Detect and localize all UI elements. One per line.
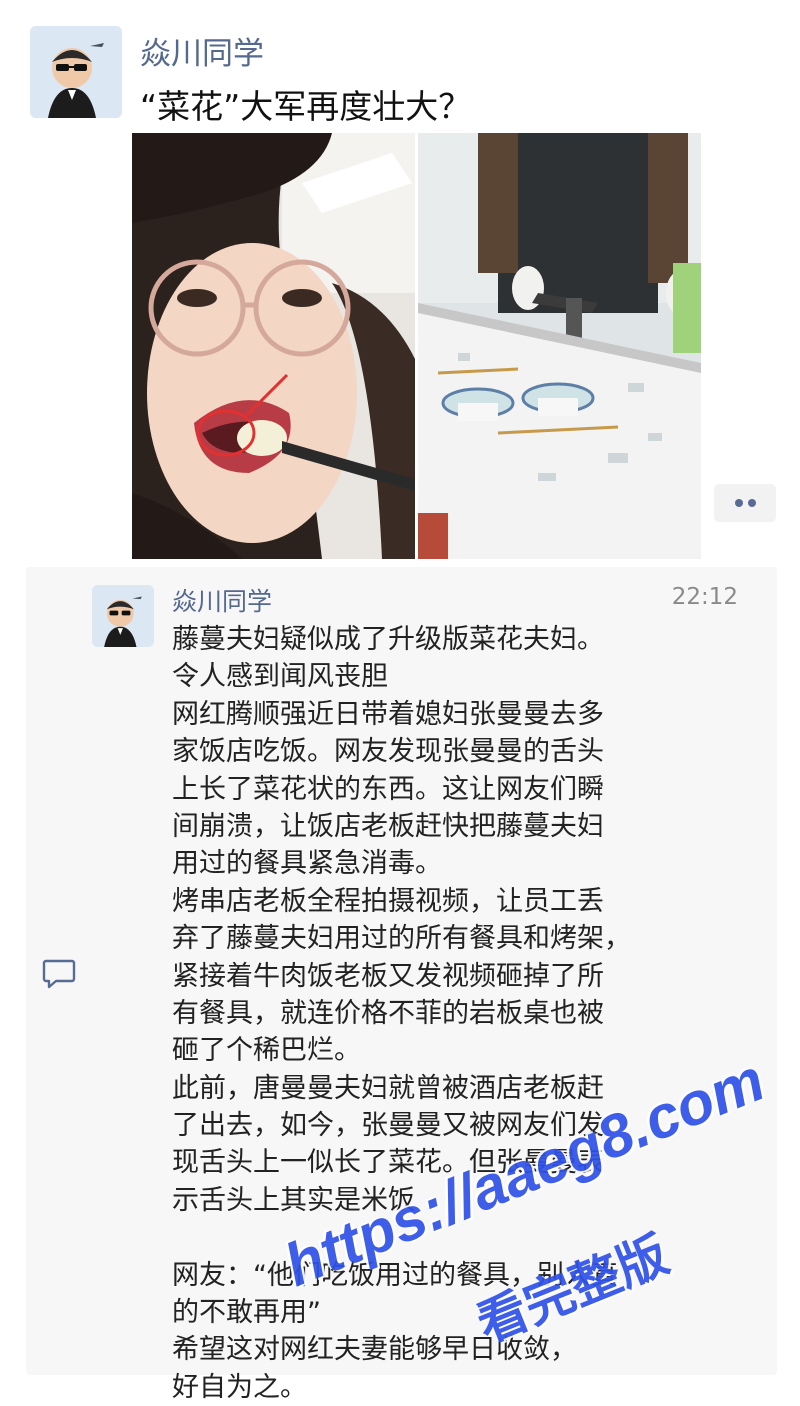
comment-line: 网友：“他们吃饭用过的餐具，别人真 <box>172 1259 618 1291</box>
comment-line: 此前，唐曼曼夫妇就曾被酒店老板赶 <box>172 1072 604 1104</box>
comment-line: 藤蔓夫妇疑似成了升级版菜花夫妇。 <box>172 624 604 655</box>
comment-line: 紧接着牛肉饭老板又发视频砸掉了所 <box>172 960 604 992</box>
post-author-name[interactable]: 焱川同学 <box>140 28 264 73</box>
comment-line: 间崩溃，让饭店老板赶快把藤蔓夫妇 <box>172 810 604 842</box>
comment-line: 用过的餐具紧急消毒。 <box>172 848 442 880</box>
comment-body: 藤蔓夫妇疑似成了升级版菜花夫妇。 令人感到闻风丧胆 网红腾顺强近日带着媳妇张曼曼… <box>172 621 692 1406</box>
comment-bubble-icon[interactable] <box>42 958 76 990</box>
comment-line: 烤串店老板全程拍摄视频，让员工丢 <box>172 885 604 917</box>
comment-line: 网红腾顺强近日带着媳妇张曼曼去多 <box>172 698 604 730</box>
more-dot-2 <box>748 499 756 507</box>
comment-line: 希望这对网红夫妻能够早日收敛， <box>172 1334 577 1366</box>
comment-line: 家饭店吃饭。网友发现张曼曼的舌头 <box>172 736 604 768</box>
comment-line <box>172 1219 692 1256</box>
smashed-table-photo[interactable] <box>418 133 701 559</box>
comment-line: 好自为之。 <box>172 1371 307 1403</box>
more-options-button[interactable] <box>714 484 776 522</box>
comment-line: 有餐具，就连价格不菲的岩板桌也被 <box>172 997 604 1029</box>
comment-line: 令人感到闻风丧胆 <box>172 661 388 693</box>
comment-line: 的不敢再用” <box>172 1297 321 1329</box>
comment-author-avatar[interactable] <box>92 585 154 647</box>
woman-eating-photo[interactable] <box>132 133 415 559</box>
comment-line: 现舌头上一似长了菜花。但张曼曼表 <box>172 1147 604 1179</box>
more-dots-icon <box>735 499 743 507</box>
post-title: “菜花”大军再度壮大？ <box>140 87 472 126</box>
comment-line: 了出去，如今，张曼曼又被网友们发 <box>172 1110 604 1142</box>
comment-line: 弃了藤蔓夫妇用过的所有餐具和烤架， <box>172 923 631 955</box>
comment-timestamp: 22:12 <box>671 584 738 610</box>
comment-line: 砸了个稀巴烂。 <box>172 1035 361 1067</box>
comment-author-name[interactable]: 焱川同学 <box>172 582 272 618</box>
post-author-avatar[interactable] <box>30 26 122 118</box>
comment-line: 上长了菜花状的东西。这让网友们瞬 <box>172 773 604 805</box>
comment-line: 示舌头上其实是米饭 <box>172 1184 415 1216</box>
